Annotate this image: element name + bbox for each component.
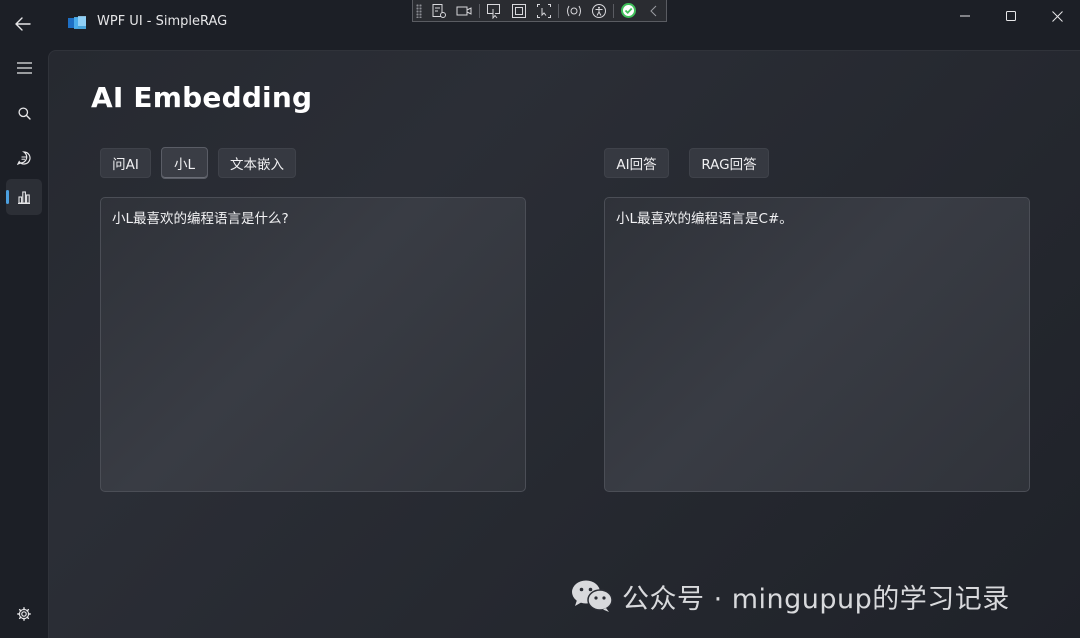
- check-circle-icon: [621, 3, 637, 18]
- back-button[interactable]: [8, 9, 38, 39]
- maximize-icon: [1006, 11, 1016, 21]
- nav-item-search[interactable]: [6, 95, 42, 131]
- track-focus-button[interactable]: [532, 1, 557, 21]
- toolbar-separator: [613, 3, 615, 18]
- record-button[interactable]: [452, 1, 477, 21]
- question-input[interactable]: 小L最喜欢的编程语言是什么?: [100, 197, 526, 492]
- ask-ai-button[interactable]: 问AI: [100, 148, 151, 178]
- live-visual-tree-button[interactable]: [427, 1, 452, 21]
- app-logo-icon: [68, 16, 86, 29]
- settings-icon: [17, 607, 31, 621]
- chat-icon: [17, 151, 31, 165]
- text-embed-button[interactable]: 文本嵌入: [218, 148, 296, 178]
- nav-item-chat[interactable]: [6, 140, 42, 176]
- hot-reload-icon: [566, 5, 581, 16]
- app-window: WPF UI - SimpleRAG AI Embedding 问AI 小L 文…: [0, 0, 1080, 638]
- chart-icon: [18, 190, 30, 204]
- watermark-text: 公众号 · mingupup的学习记录: [622, 583, 1010, 615]
- window-title: WPF UI - SimpleRAG: [97, 14, 228, 29]
- menu-icon: [16, 62, 32, 74]
- toolbar-separator: [478, 3, 480, 18]
- nav-item-settings[interactable]: [6, 596, 42, 632]
- main-content: AI Embedding 问AI 小L 文本嵌入 AI回答 RAG回答 小L最喜…: [48, 50, 1080, 638]
- accessibility-button[interactable]: [586, 1, 611, 21]
- cursor-select-icon: [487, 3, 501, 19]
- page-title: AI Embedding: [91, 81, 313, 114]
- toolbar-separator: [558, 3, 560, 18]
- arrow-left-icon: [15, 17, 31, 31]
- chevron-left-icon: [649, 5, 656, 16]
- window-controls: [942, 0, 1080, 32]
- hot-reload-button[interactable]: [561, 1, 586, 21]
- search-icon: [17, 106, 31, 120]
- navigation-sidebar: [0, 46, 48, 638]
- video-icon: [456, 6, 472, 15]
- display-layout-adorners-button[interactable]: [507, 1, 532, 21]
- active-indicator: [6, 190, 9, 204]
- debug-toolbar: [412, 0, 667, 22]
- select-element-button[interactable]: [482, 1, 507, 21]
- answer-output[interactable]: 小L最喜欢的编程语言是C#。: [604, 197, 1030, 492]
- close-button[interactable]: [1034, 0, 1080, 32]
- collapse-toolbar-button[interactable]: [641, 1, 666, 21]
- rag-answer-button[interactable]: RAG回答: [689, 148, 769, 178]
- nav-item-embedding[interactable]: [6, 179, 42, 215]
- minimize-button[interactable]: [942, 0, 988, 32]
- xiaol-button[interactable]: 小L: [161, 147, 208, 179]
- visual-tree-icon: [432, 3, 447, 18]
- grip-handle[interactable]: [416, 4, 422, 18]
- minimize-icon: [960, 15, 970, 17]
- focus-track-icon: [537, 3, 552, 18]
- ai-answer-button[interactable]: AI回答: [604, 148, 669, 178]
- binding-status-button[interactable]: [616, 1, 641, 21]
- wechat-icon: [572, 580, 613, 612]
- adorner-icon: [512, 3, 527, 18]
- close-icon: [1051, 10, 1063, 22]
- maximize-button[interactable]: [988, 0, 1034, 32]
- watermark: 公众号 · mingupup的学习记录: [570, 578, 1010, 615]
- menu-toggle-button[interactable]: [6, 50, 42, 86]
- accessibility-icon: [591, 3, 606, 18]
